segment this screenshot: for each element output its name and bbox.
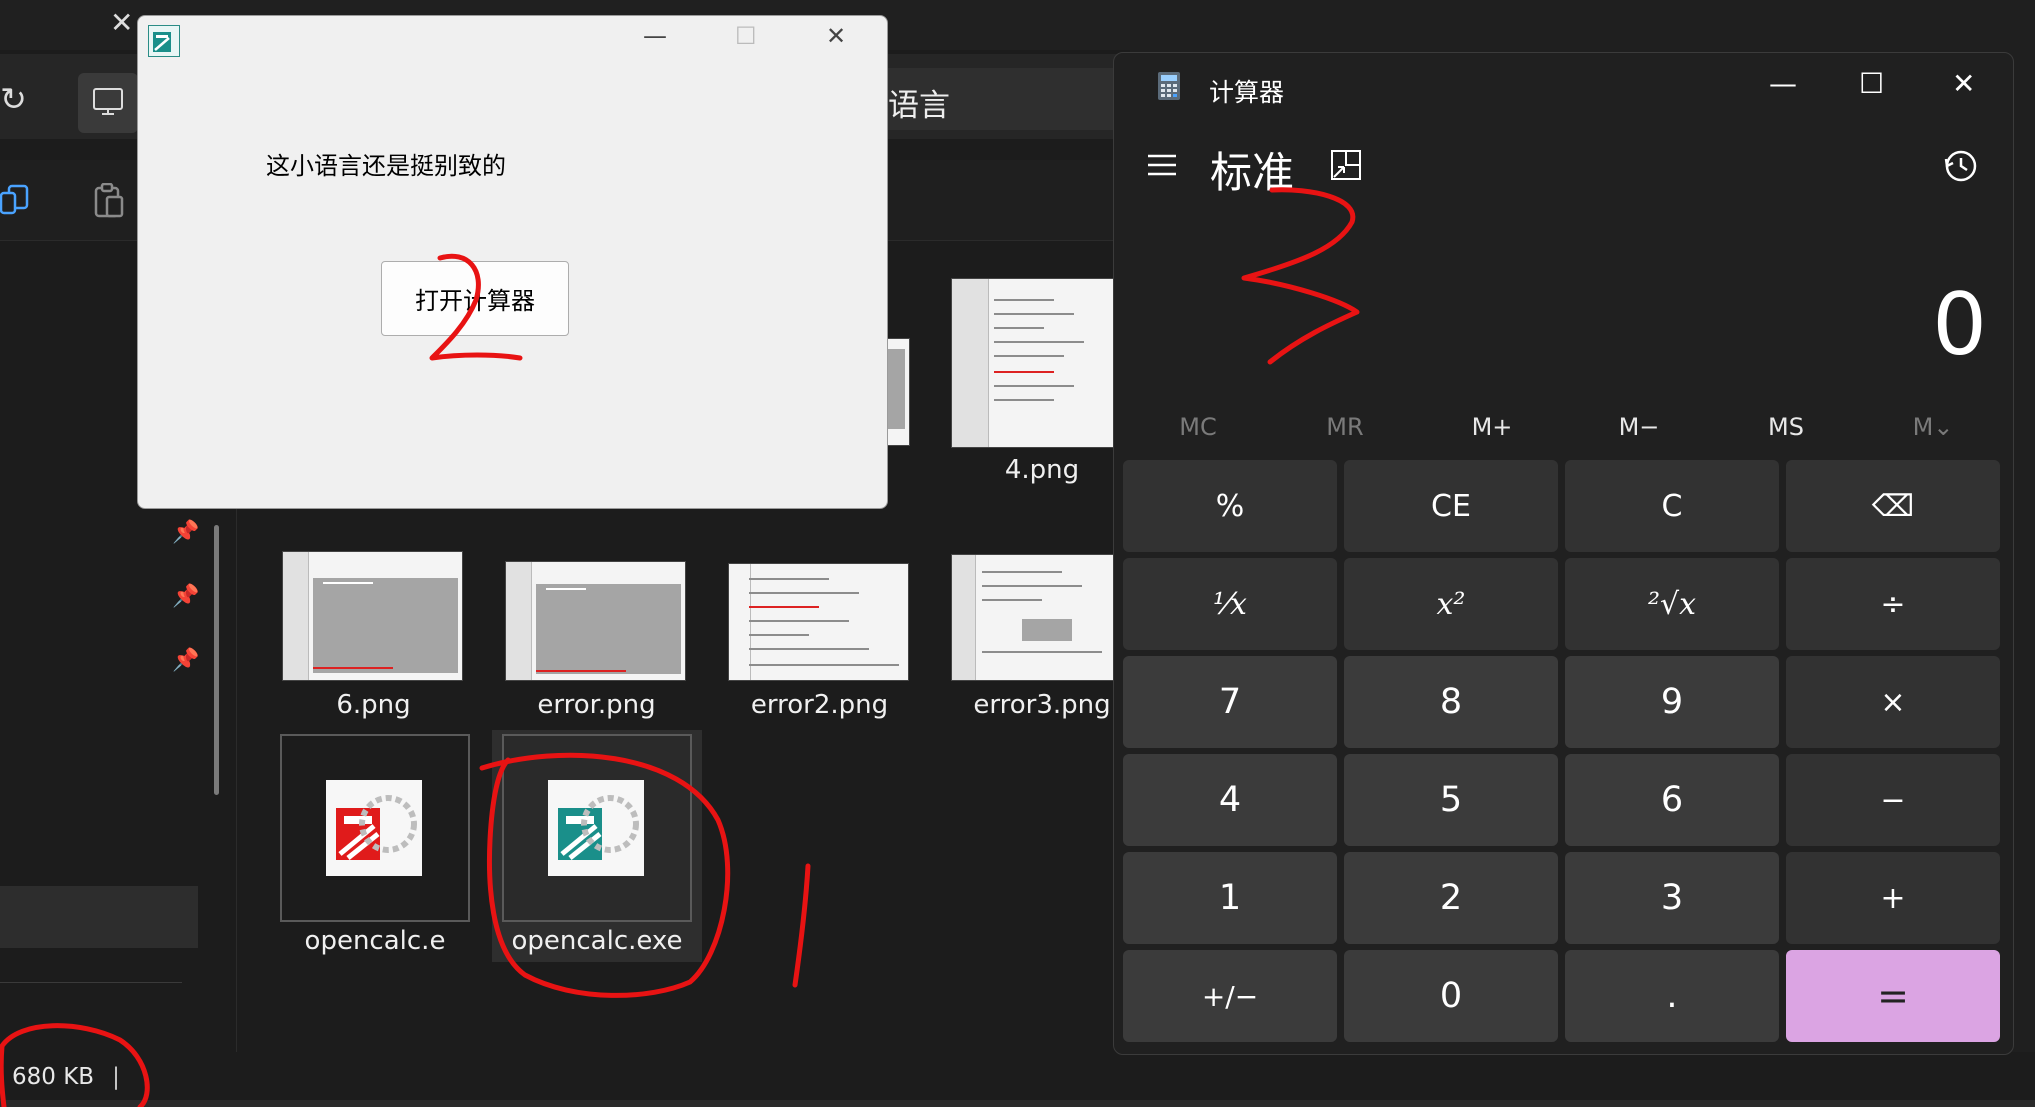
navigation-scrollbar[interactable]	[214, 525, 219, 795]
dialog-minimize-button[interactable]: —	[643, 22, 667, 50]
digit-8-key[interactable]: 8	[1344, 656, 1558, 748]
file-thumbnail[interactable]	[951, 278, 1116, 448]
calculator-display: 0	[1932, 275, 1987, 375]
digit-1-key[interactable]: 1	[1123, 852, 1337, 944]
digit-5-key[interactable]: 5	[1344, 754, 1558, 846]
paste-icon[interactable]	[92, 182, 126, 223]
memory-recall-button[interactable]: MR	[1271, 413, 1419, 441]
file-thumbnail[interactable]	[728, 563, 909, 681]
file-name[interactable]: 6.png	[282, 690, 465, 720]
file-thumbnail[interactable]	[951, 554, 1116, 681]
memory-store-button[interactable]: MS	[1712, 413, 1860, 441]
this-pc-button[interactable]	[78, 73, 138, 133]
file-tile-opencalc-e[interactable]	[280, 734, 470, 922]
file-name[interactable]: opencalc.e	[280, 926, 470, 956]
digit-4-key[interactable]: 4	[1123, 754, 1337, 846]
multiply-key[interactable]: ×	[1786, 656, 2000, 748]
history-icon[interactable]	[1944, 149, 1978, 187]
status-separator: |	[112, 1064, 120, 1090]
easy-language-teal-icon	[548, 780, 644, 876]
digit-9-key[interactable]: 9	[1565, 656, 1779, 748]
backspace-key[interactable]: ⌫	[1786, 460, 2000, 552]
file-name[interactable]: opencalc.exe	[502, 926, 692, 956]
digit-7-key[interactable]: 7	[1123, 656, 1337, 748]
negate-key[interactable]: +/−	[1123, 950, 1337, 1042]
easy-language-red-icon	[326, 780, 422, 876]
decimal-point-key[interactable]: .	[1565, 950, 1779, 1042]
minus-key[interactable]: −	[1786, 754, 2000, 846]
status-bottom-strip	[0, 1100, 2035, 1107]
memory-clear-button[interactable]: MC	[1124, 413, 1272, 441]
calculator-maximize-button[interactable]: ☐	[1859, 67, 1884, 100]
square-root-key[interactable]: ²√x	[1565, 558, 1779, 650]
navigation-selected-item[interactable]	[0, 886, 198, 948]
file-name[interactable]: error.png	[505, 690, 688, 720]
navigation-divider	[0, 982, 182, 983]
memory-list-button[interactable]: M⌄	[1859, 413, 2007, 441]
explorer-tab-close-icon[interactable]: ✕	[110, 6, 133, 39]
file-tile-opencalc-exe[interactable]	[502, 734, 692, 922]
dialog-message-label: 这小语言还是挺别致的	[266, 152, 506, 180]
pin-icon[interactable]: 📌	[172, 520, 199, 545]
divide-key[interactable]: ÷	[1786, 558, 2000, 650]
calculator-minimize-button[interactable]: —	[1769, 67, 1797, 100]
copy-icon[interactable]	[0, 183, 30, 221]
easy-language-dialog-window: — ☐ ✕ 这小语言还是挺别致的 打开计算器	[137, 15, 888, 509]
digit-3-key[interactable]: 3	[1565, 852, 1779, 944]
pin-icon[interactable]: 📌	[172, 584, 199, 609]
digit-0-key[interactable]: 0	[1344, 950, 1558, 1042]
monitor-icon	[93, 88, 123, 115]
status-size-text: 680 KB	[12, 1064, 95, 1090]
clear-entry-key[interactable]: CE	[1344, 460, 1558, 552]
digit-6-key[interactable]: 6	[1565, 754, 1779, 846]
calculator-mode-title: 标准	[1210, 148, 1295, 197]
memory-subtract-button[interactable]: M−	[1565, 413, 1713, 441]
address-bar-text: 语言	[888, 88, 950, 124]
dialog-title-bar[interactable]: — ☐ ✕	[138, 16, 887, 64]
dialog-maximize-button[interactable]: ☐	[735, 22, 757, 50]
refresh-icon[interactable]: ↻	[0, 80, 27, 118]
calculator-window: 计算器 — ☐ ✕ 标准 0 MC MR M+ M− MS M⌄ % CE C …	[1113, 52, 2014, 1055]
explorer-status-bar	[0, 1052, 2035, 1107]
hamburger-menu-icon[interactable]	[1146, 153, 1178, 181]
keep-on-top-icon[interactable]	[1330, 149, 1362, 185]
plus-key[interactable]: +	[1786, 852, 2000, 944]
clear-key[interactable]: C	[1565, 460, 1779, 552]
file-thumbnail[interactable]	[505, 561, 686, 681]
memory-add-button[interactable]: M+	[1418, 413, 1566, 441]
pin-icon[interactable]: 📌	[172, 648, 199, 673]
easy-language-logo-icon	[148, 25, 180, 57]
percent-key[interactable]: %	[1123, 460, 1337, 552]
calculator-title: 计算器	[1209, 78, 1285, 107]
open-calculator-button[interactable]: 打开计算器	[381, 261, 569, 336]
reciprocal-key[interactable]: ⅟x	[1123, 558, 1337, 650]
file-name[interactable]: 4.png	[951, 455, 1133, 485]
file-name[interactable]: error2.png	[728, 690, 911, 720]
calculator-close-button[interactable]: ✕	[1952, 67, 1975, 100]
file-name[interactable]: error3.png	[951, 690, 1133, 720]
equals-key[interactable]: =	[1786, 950, 2000, 1042]
calculator-app-icon	[1158, 72, 1180, 104]
status-selection-size: 680 KB |	[12, 1064, 120, 1090]
file-thumbnail[interactable]	[282, 551, 463, 681]
digit-2-key[interactable]: 2	[1344, 852, 1558, 944]
square-key[interactable]: x²	[1344, 558, 1558, 650]
dialog-close-button[interactable]: ✕	[826, 22, 846, 50]
